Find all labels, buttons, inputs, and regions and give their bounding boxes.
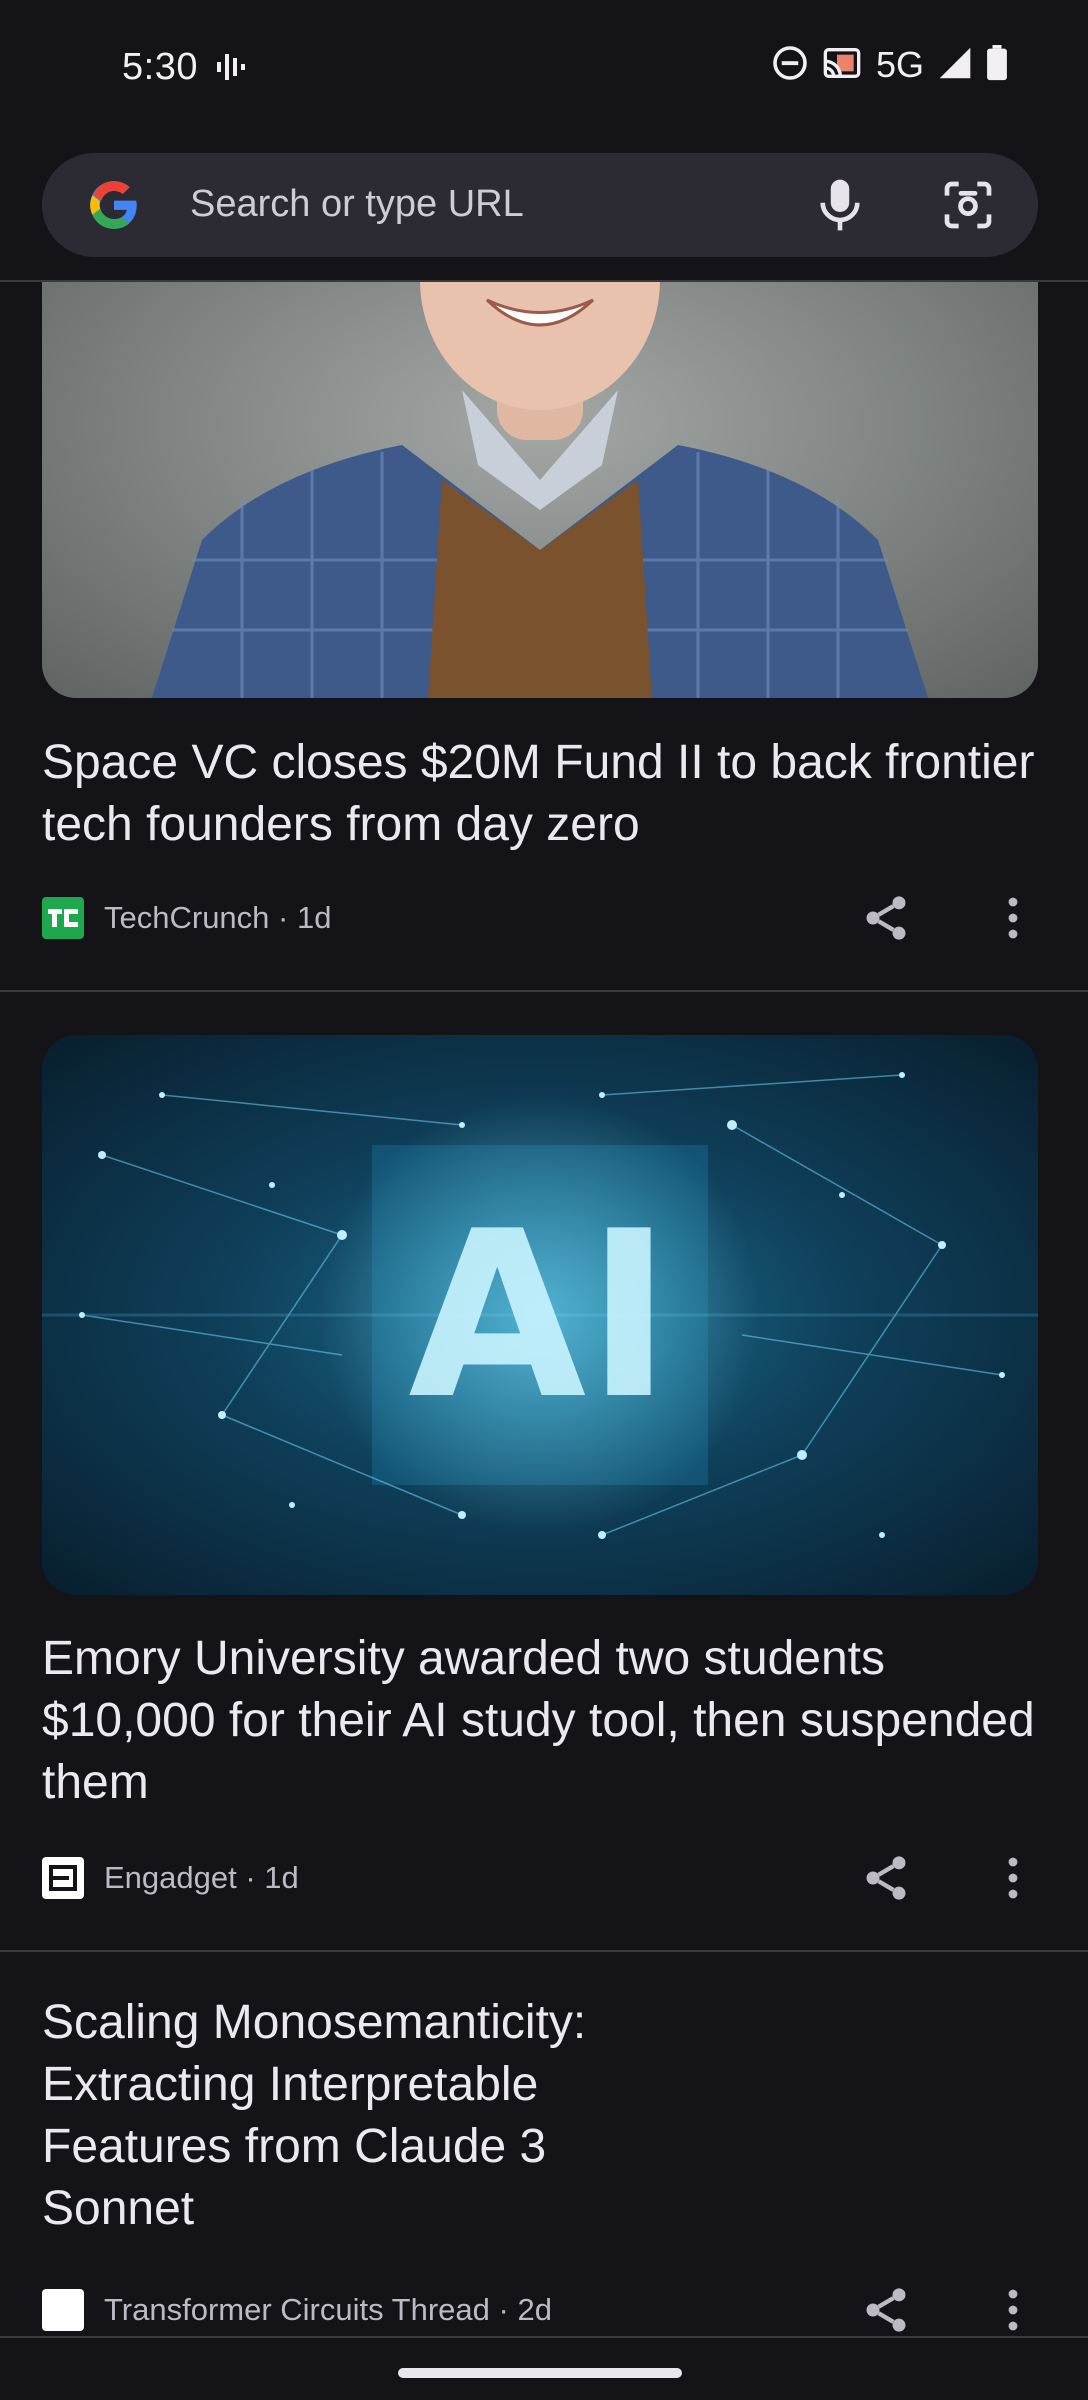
ai-image-text: AI (408, 1183, 672, 1450)
card-3-meta: Transformer Circuits Thread · 2d (42, 2288, 552, 2332)
card-1-meta: TechCrunch · 1d (42, 896, 331, 940)
card-2-share-icon[interactable] (860, 1852, 912, 1909)
card-divider (0, 990, 1088, 992)
signal-icon (938, 46, 972, 85)
techcrunch-logo-icon (42, 897, 84, 939)
card-1-image[interactable] (42, 240, 1038, 698)
toolbar: Search or type URL (0, 135, 1088, 282)
google-logo-icon (88, 179, 140, 236)
google-lens-icon[interactable] (940, 177, 996, 238)
card-3-share-icon[interactable] (860, 2284, 912, 2341)
status-icons: 5G (772, 44, 1008, 86)
sound-wave-icon (215, 50, 247, 89)
card-2-source: Engadget · 1d (104, 1860, 299, 1895)
card-divider (0, 1950, 1088, 1952)
person-portrait-image (152, 240, 928, 698)
engadget-logo-icon (42, 1857, 84, 1899)
card-2-title[interactable]: Emory University awarded two students $1… (42, 1628, 1042, 1814)
card-3-more-options-icon[interactable] (1000, 2286, 1026, 2339)
gesture-navigation-bar (0, 2336, 1088, 2400)
ai-network-image: AI (42, 1072, 1038, 1539)
status-time: 5:30 (122, 46, 198, 88)
omnibox[interactable]: Search or type URL (42, 153, 1038, 257)
transformer-circuits-logo-icon (42, 2289, 84, 2331)
card-1-share-icon[interactable] (860, 892, 912, 949)
home-gesture-handle[interactable] (398, 2368, 682, 2378)
card-3-title[interactable]: Scaling Monosemanticity: Extracting Inte… (42, 1992, 682, 2240)
card-2-meta: Engadget · 1d (42, 1856, 299, 1900)
card-1-source: TechCrunch · 1d (104, 900, 332, 935)
status-bar: 5:30 5G (0, 0, 1088, 135)
do-not-disturb-icon (772, 45, 808, 86)
card-1-more-options-icon[interactable] (1000, 894, 1026, 947)
network-type: 5G (875, 44, 924, 85)
card-3-source: Transformer Circuits Thread · 2d (104, 2292, 552, 2327)
battery-icon (986, 44, 1008, 86)
card-2-more-options-icon[interactable] (1000, 1854, 1026, 1907)
chrome-new-tab-screen: Space VC closes $20M Fund II to back fro… (0, 0, 1088, 2400)
card-2-image[interactable]: AI (42, 1035, 1038, 1595)
microphone-icon[interactable] (812, 175, 868, 240)
card-1-title[interactable]: Space VC closes $20M Fund II to back fro… (42, 732, 1042, 856)
search-input[interactable]: Search or type URL (190, 183, 524, 226)
cast-icon (822, 46, 862, 85)
